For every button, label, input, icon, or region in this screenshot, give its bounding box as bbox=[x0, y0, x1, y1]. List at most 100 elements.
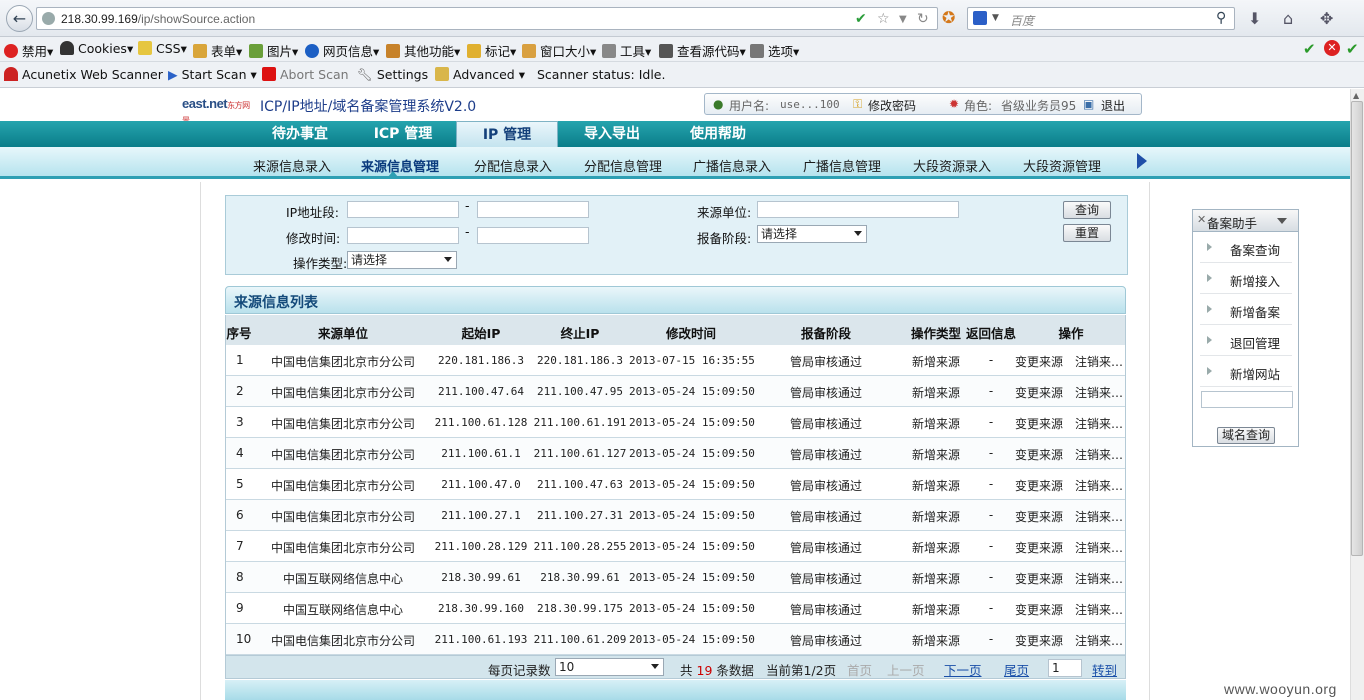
cancel-source-link[interactable]: 注销来… bbox=[1074, 632, 1124, 649]
subtab-broadcast-manage[interactable]: 广播信息管理 bbox=[803, 156, 881, 175]
change-source-link[interactable]: 变更来源 bbox=[1012, 632, 1066, 649]
helper-item-query[interactable]: 备案查询 bbox=[1200, 233, 1292, 263]
toolbar-images[interactable]: 图片▾ bbox=[249, 41, 298, 60]
helper-item-return-manage[interactable]: 退回管理 bbox=[1200, 326, 1292, 356]
close-icon[interactable]: ✕ bbox=[1197, 213, 1206, 226]
toolbar-forms[interactable]: 表单▾ bbox=[193, 41, 242, 60]
subtab-broadcast-input[interactable]: 广播信息录入 bbox=[693, 156, 771, 175]
valid-check-icon[interactable]: ✔ bbox=[1303, 40, 1316, 58]
last-page-link[interactable]: 尾页 bbox=[1004, 660, 1029, 679]
change-source-link[interactable]: 变更来源 bbox=[1012, 353, 1066, 370]
subtab-block-input[interactable]: 大段资源录入 bbox=[913, 156, 991, 175]
toolbar-page-info[interactable]: 网页信息▾ bbox=[305, 41, 379, 60]
helper-item-new-site[interactable]: 新增网站 bbox=[1200, 357, 1292, 387]
tab-icp[interactable]: ICP 管理 bbox=[353, 121, 453, 147]
change-source-link[interactable]: 变更来源 bbox=[1012, 477, 1066, 494]
ip-end-input[interactable] bbox=[477, 201, 589, 218]
settings-button[interactable]: 🔧︎ Settings bbox=[357, 67, 428, 83]
download-icon[interactable]: ⬇ bbox=[1248, 9, 1261, 28]
change-source-link[interactable]: 变更来源 bbox=[1012, 570, 1066, 587]
per-page-select[interactable]: 10 bbox=[555, 658, 664, 676]
cell-unit: 中国互联网络信息中心 bbox=[282, 572, 403, 586]
change-source-link[interactable]: 变更来源 bbox=[1012, 384, 1066, 401]
settings-icon[interactable]: ✥ bbox=[1320, 9, 1333, 28]
start-scan-button[interactable]: ▶ Start Scan ▾ bbox=[168, 67, 257, 82]
cancel-source-link[interactable]: 注销来… bbox=[1074, 353, 1124, 370]
first-page-link[interactable]: 首页 bbox=[847, 660, 872, 679]
query-button[interactable]: 查询 bbox=[1063, 201, 1111, 219]
bookmark-star-icon[interactable]: ☆ bbox=[877, 11, 890, 27]
valid-check-icon-2[interactable]: ✔ bbox=[1346, 40, 1359, 58]
engine-dropdown-icon[interactable]: ▼ bbox=[992, 13, 999, 23]
cancel-source-link[interactable]: 注销来… bbox=[1074, 415, 1124, 432]
toolbar-cookies[interactable]: Cookies▾ bbox=[60, 41, 133, 56]
toolbar-css[interactable]: CSS▾ bbox=[138, 41, 187, 56]
stage-select[interactable]: 请选择 bbox=[757, 225, 867, 243]
goto-link[interactable]: 转到 bbox=[1092, 660, 1117, 679]
subtab-alloc-manage[interactable]: 分配信息管理 bbox=[584, 156, 662, 175]
domain-search-input[interactable] bbox=[1201, 391, 1293, 408]
back-button[interactable]: ← bbox=[6, 5, 33, 32]
toolbar-view-source[interactable]: 查看源代码▾ bbox=[659, 41, 746, 60]
address-bar[interactable]: 218.30.99.169/ip/showSource.action ✔ ☆ ▼… bbox=[36, 7, 938, 30]
toolbar-tools[interactable]: 工具▾ bbox=[602, 41, 651, 60]
cancel-source-link[interactable]: 注销来… bbox=[1074, 477, 1124, 494]
cancel-source-link[interactable]: 注销来… bbox=[1074, 570, 1124, 587]
helper-item-new-record[interactable]: 新增备案 bbox=[1200, 295, 1292, 325]
reset-button[interactable]: 重置 bbox=[1063, 224, 1111, 242]
cancel-source-link[interactable]: 注销来… bbox=[1074, 601, 1124, 618]
toolbar-misc[interactable]: 其他功能▾ bbox=[386, 41, 460, 60]
ip-start-input[interactable] bbox=[347, 201, 459, 218]
tab-todo[interactable]: 待办事宜 bbox=[250, 121, 350, 147]
subtab-alloc-input[interactable]: 分配信息录入 bbox=[474, 156, 552, 175]
cell-stage: 管局审核通过 bbox=[789, 355, 862, 369]
dropdown-icon[interactable]: ▼ bbox=[899, 14, 907, 25]
change-source-link[interactable]: 变更来源 bbox=[1012, 446, 1066, 463]
source-unit-input[interactable] bbox=[757, 201, 959, 218]
acunetix-scanner[interactable]: Acunetix Web Scanner bbox=[4, 67, 163, 82]
change-source-link[interactable]: 变更来源 bbox=[1012, 415, 1066, 432]
home-icon[interactable]: ⌂ bbox=[1283, 9, 1293, 28]
domain-query-button[interactable]: 域名查询 bbox=[1217, 427, 1275, 444]
prev-page-link[interactable]: 上一页 bbox=[887, 660, 925, 679]
collapse-icon[interactable] bbox=[1277, 218, 1287, 224]
scroll-up-icon[interactable]: ▲ bbox=[1353, 91, 1359, 100]
col-stage: 报备阶段 bbox=[800, 326, 851, 341]
cancel-source-link[interactable]: 注销来… bbox=[1074, 446, 1124, 463]
abort-scan-button[interactable]: Abort Scan bbox=[262, 67, 349, 82]
addon-icon[interactable]: ✪ bbox=[942, 8, 955, 27]
cell-time: 2013-07-15 16:35:55 bbox=[629, 354, 755, 367]
tab-import-export[interactable]: 导入导出 bbox=[562, 121, 662, 147]
toolbar-resize[interactable]: 窗口大小▾ bbox=[522, 41, 596, 60]
cancel-source-link[interactable]: 注销来… bbox=[1074, 539, 1124, 556]
toolbar-outline[interactable]: 标记▾ bbox=[467, 41, 516, 60]
error-icon[interactable]: ✕ bbox=[1324, 40, 1340, 56]
scrollbar-thumb[interactable] bbox=[1351, 101, 1363, 556]
toolbar-disable[interactable]: 禁用▾ bbox=[4, 41, 53, 60]
page-number-input[interactable]: 1 bbox=[1048, 659, 1082, 677]
tab-ip[interactable]: IP 管理 bbox=[456, 121, 558, 147]
subtab-block-manage[interactable]: 大段资源管理 bbox=[1023, 156, 1101, 175]
cancel-source-link[interactable]: 注销来… bbox=[1074, 508, 1124, 525]
change-source-link[interactable]: 变更来源 bbox=[1012, 539, 1066, 556]
time-end-input[interactable] bbox=[477, 227, 589, 244]
next-page-link[interactable]: 下一页 bbox=[944, 660, 982, 679]
change-source-link[interactable]: 变更来源 bbox=[1012, 508, 1066, 525]
time-start-input[interactable] bbox=[347, 227, 459, 244]
op-type-select[interactable]: 请选择 bbox=[347, 251, 457, 269]
toolbar-options[interactable]: 选项▾ bbox=[750, 41, 799, 60]
cell-unit: 中国电信集团北京市分公司 bbox=[270, 510, 415, 524]
subtab-source-input[interactable]: 来源信息录入 bbox=[253, 156, 331, 175]
helper-item-new-access[interactable]: 新增接入 bbox=[1200, 264, 1292, 294]
next-arrow-icon[interactable] bbox=[1137, 153, 1147, 169]
search-box[interactable]: ▼ 百度 ⚲ bbox=[967, 7, 1235, 30]
subtab-source-manage[interactable]: 来源信息管理 bbox=[361, 156, 439, 175]
logout-link[interactable]: 退出 bbox=[1101, 97, 1125, 114]
advanced-button[interactable]: Advanced ▾ bbox=[435, 67, 525, 82]
reload-icon[interactable]: ↻ bbox=[917, 11, 929, 27]
tab-help[interactable]: 使用帮助 bbox=[668, 121, 768, 147]
change-password-link[interactable]: 修改密码 bbox=[868, 97, 916, 114]
search-icon[interactable]: ⚲ bbox=[1216, 10, 1226, 26]
change-source-link[interactable]: 变更来源 bbox=[1012, 601, 1066, 618]
cancel-source-link[interactable]: 注销来… bbox=[1074, 384, 1124, 401]
